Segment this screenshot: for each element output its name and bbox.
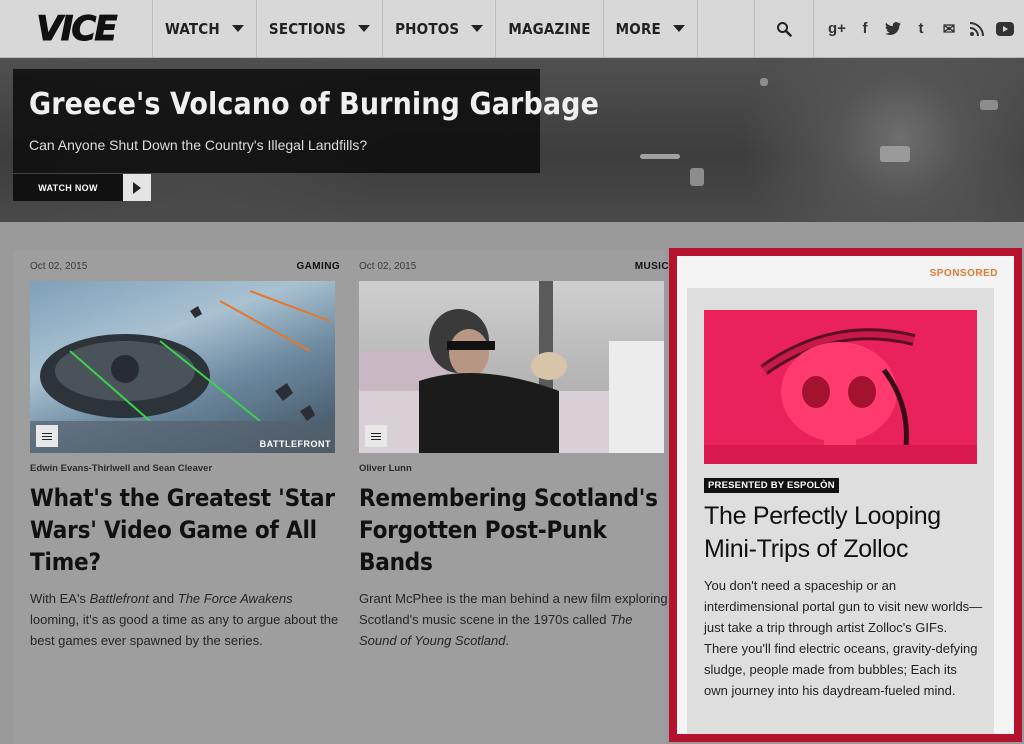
article-thumbnail[interactable]: BATTLEFRONT	[30, 281, 335, 453]
nav-magazine[interactable]: MAGAZINE	[496, 0, 604, 57]
chevron-down-icon	[358, 25, 371, 32]
top-nav: VICE WATCH SECTIONS PHOTOS MAGAZINE MORE…	[0, 0, 1024, 58]
presented-by-badge: PRESENTED BY ESPOLÒN	[704, 478, 839, 493]
skull-illustration	[704, 328, 977, 464]
sponsored-title[interactable]: The Perfectly Looping Mini-Trips of Zoll…	[704, 500, 984, 566]
article-category[interactable]: GAMING	[296, 261, 340, 272]
hero-background-detail	[690, 168, 704, 186]
nav-sections[interactable]: SECTIONS	[257, 0, 384, 57]
article-author[interactable]: Oliver Lunn	[359, 463, 669, 474]
twitter-icon[interactable]	[884, 20, 902, 38]
article-date: Oct 02, 2015	[359, 260, 417, 272]
chevron-down-icon	[471, 25, 484, 32]
search-icon	[777, 21, 792, 37]
search-button[interactable]	[755, 0, 814, 57]
article-icon	[36, 425, 58, 447]
sponsored-panel: SPONSORED PRESENTED BY ESPOLÒN The Perfe…	[677, 256, 1014, 734]
vice-logo[interactable]: VICE	[0, 0, 153, 57]
nav-more[interactable]: MORE	[604, 0, 698, 57]
chevron-down-icon	[672, 25, 685, 32]
article-card[interactable]: Oct 02, 2015 GAMING BATTLEFRONT Edwin Ev…	[30, 251, 340, 651]
sponsored-highlight-frame: SPONSORED PRESENTED BY ESPOLÒN The Perfe…	[669, 248, 1022, 742]
card-meta: Oct 02, 2015 MUSIC	[359, 251, 669, 281]
sponsored-image[interactable]	[704, 310, 977, 464]
hero-background-detail	[640, 154, 680, 159]
article-description: Grant McPhee is the man behind a new fil…	[359, 591, 668, 648]
chevron-down-icon	[231, 25, 244, 32]
hero-background-detail	[980, 100, 998, 110]
hero-background-detail	[880, 146, 910, 162]
article-icon	[365, 425, 387, 447]
hero-banner[interactable]: Greece's Volcano of Burning Garbage Can …	[0, 58, 1024, 222]
nav-spacer	[697, 0, 755, 57]
article-title[interactable]: Remembering Scotland's Forgotten Post-Pu…	[359, 482, 669, 578]
hero-title[interactable]: Greece's Volcano of Burning Garbage	[29, 87, 599, 122]
google-plus-icon[interactable]: g+	[828, 20, 846, 38]
tumblr-icon[interactable]: t	[912, 20, 930, 38]
play-icon	[123, 174, 151, 201]
battlefront-logo: BATTLEFRONT	[259, 439, 331, 449]
article-card[interactable]: Oct 02, 2015 MUSIC Oliver Lunn Rememberi…	[359, 251, 669, 651]
article-grid: Oct 02, 2015 GAMING BATTLEFRONT Edwin Ev…	[13, 251, 669, 744]
facebook-icon[interactable]: f	[856, 20, 874, 38]
article-thumbnail[interactable]	[359, 281, 664, 453]
watch-now-label: WATCH NOW	[13, 174, 123, 201]
hero-caption: Greece's Volcano of Burning Garbage Can …	[13, 69, 599, 173]
article-description: With EA's Battlefront and The Force Awak…	[30, 591, 339, 648]
article-author[interactable]: Edwin Evans-Thirlwell and Sean Cleaver	[30, 463, 340, 474]
hero-subtitle: Can Anyone Shut Down the Country's Illeg…	[29, 137, 368, 153]
sponsored-description: You don't need a spaceship or an interdi…	[704, 578, 983, 698]
nav-photos[interactable]: PHOTOS	[383, 0, 497, 57]
social-links: g+ f t ✉	[814, 0, 1024, 57]
card-meta: Oct 02, 2015 GAMING	[30, 251, 340, 281]
nav-watch[interactable]: WATCH	[153, 0, 257, 57]
photo-person-reading	[359, 281, 664, 453]
mail-icon[interactable]: ✉	[940, 20, 958, 38]
starship-illustration	[30, 290, 335, 453]
sponsored-label: SPONSORED	[929, 268, 998, 279]
hero-background-detail	[760, 78, 768, 86]
article-category[interactable]: MUSIC	[635, 261, 669, 272]
rss-icon[interactable]	[968, 20, 986, 38]
article-date: Oct 02, 2015	[30, 260, 88, 272]
watch-now-button[interactable]: WATCH NOW	[13, 174, 151, 201]
sponsored-card[interactable]: PRESENTED BY ESPOLÒN The Perfectly Loopi…	[687, 288, 994, 734]
youtube-icon[interactable]	[996, 20, 1014, 38]
article-title[interactable]: What's the Greatest 'Star Wars' Video Ga…	[30, 482, 340, 578]
